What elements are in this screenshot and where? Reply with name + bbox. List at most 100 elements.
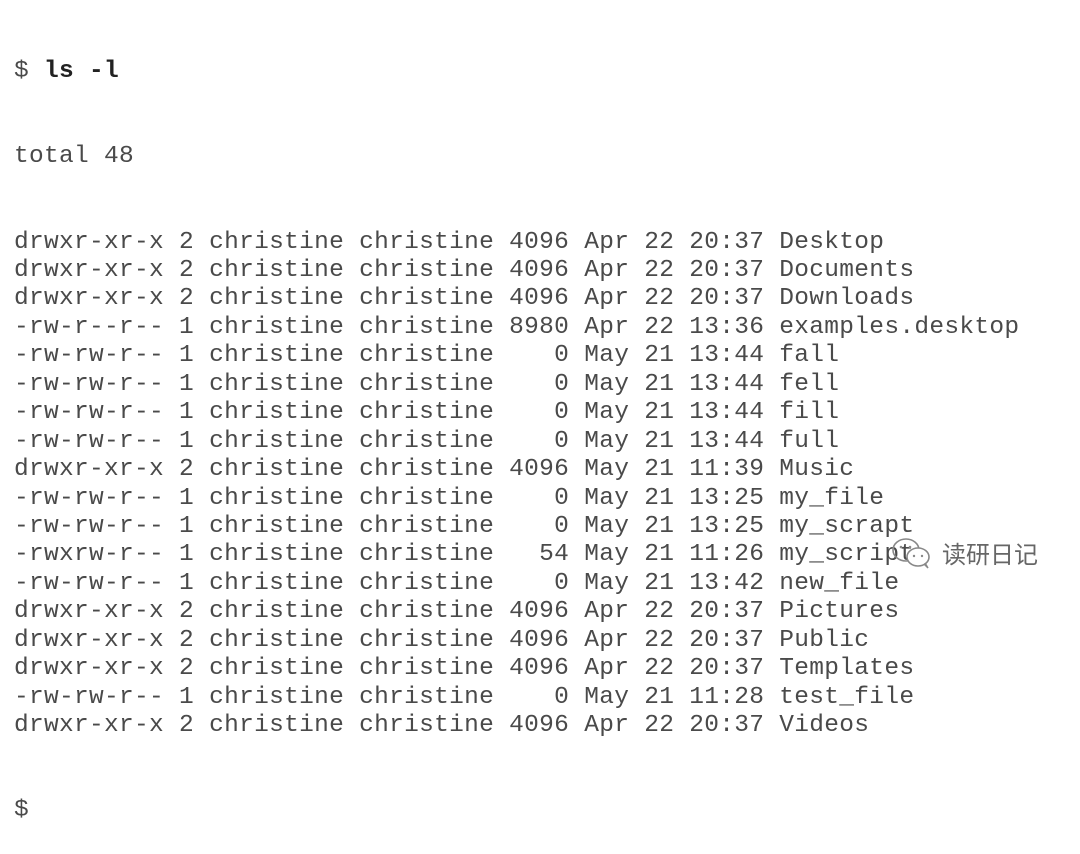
listing-row: -rw-rw-r-- 1 christine christine 0 May 2… bbox=[14, 684, 1019, 712]
file-name[interactable]: Public bbox=[779, 627, 869, 654]
time: 20:37 bbox=[689, 228, 765, 256]
group: christine bbox=[359, 569, 495, 597]
file-size: 4096 bbox=[509, 598, 570, 626]
file-name[interactable]: Documents bbox=[779, 257, 914, 284]
file-name[interactable]: Templates bbox=[779, 655, 914, 682]
file-size: 4096 bbox=[509, 285, 570, 313]
owner: christine bbox=[209, 313, 345, 341]
month: May bbox=[584, 683, 630, 711]
file-size: 8980 bbox=[509, 313, 570, 341]
month: May bbox=[584, 541, 630, 569]
link-count: 2 bbox=[179, 712, 195, 740]
file-name[interactable]: my_file bbox=[779, 485, 884, 512]
time: 11:26 bbox=[689, 541, 765, 569]
permissions: drwxr-xr-x bbox=[14, 626, 165, 654]
file-name[interactable]: fall bbox=[779, 342, 839, 369]
group: christine bbox=[359, 598, 495, 626]
file-name[interactable]: Pictures bbox=[779, 598, 899, 625]
permissions: drwxr-xr-x bbox=[14, 655, 165, 683]
listing-row: -rw-r--r-- 1 christine christine 8980 Ap… bbox=[14, 314, 1019, 342]
month: Apr bbox=[584, 257, 630, 285]
file-name[interactable]: fill bbox=[779, 399, 839, 426]
owner: christine bbox=[209, 541, 345, 569]
day: 21 bbox=[644, 427, 675, 455]
listing-row: drwxr-xr-x 2 christine christine 4096 Ap… bbox=[14, 627, 1019, 655]
time: 20:37 bbox=[689, 257, 765, 285]
permissions: -rw-rw-r-- bbox=[14, 399, 165, 427]
day: 22 bbox=[644, 626, 675, 654]
day: 21 bbox=[644, 399, 675, 427]
time: 13:25 bbox=[689, 484, 765, 512]
file-name[interactable]: Music bbox=[779, 456, 854, 483]
watermark-text: 读研日记 bbox=[942, 541, 1038, 569]
file-name[interactable]: full bbox=[779, 428, 839, 455]
owner: christine bbox=[209, 456, 345, 484]
time: 20:37 bbox=[689, 626, 765, 654]
day: 22 bbox=[644, 655, 675, 683]
file-size: 4096 bbox=[509, 626, 570, 654]
permissions: -rw-rw-r-- bbox=[14, 484, 165, 512]
file-size: 4096 bbox=[509, 228, 570, 256]
file-name[interactable]: new_file bbox=[779, 570, 899, 597]
file-size: 0 bbox=[509, 683, 570, 711]
file-name[interactable]: examples.desktop bbox=[779, 314, 1019, 341]
permissions: -rw-r--r-- bbox=[14, 313, 165, 341]
listing-row: drwxr-xr-x 2 christine christine 4096 Ap… bbox=[14, 285, 1019, 313]
time: 13:42 bbox=[689, 569, 765, 597]
permissions: -rw-rw-r-- bbox=[14, 370, 165, 398]
file-name[interactable]: Desktop bbox=[779, 229, 884, 256]
day: 22 bbox=[644, 313, 675, 341]
file-name[interactable]: test_file bbox=[779, 684, 914, 711]
time: 20:37 bbox=[689, 285, 765, 313]
time: 13:25 bbox=[689, 512, 765, 540]
listing-row: -rw-rw-r-- 1 christine christine 0 May 2… bbox=[14, 485, 1019, 513]
group: christine bbox=[359, 541, 495, 569]
file-size: 0 bbox=[509, 484, 570, 512]
permissions: -rw-rw-r-- bbox=[14, 342, 165, 370]
day: 21 bbox=[644, 342, 675, 370]
permissions: -rwxrw-r-- bbox=[14, 541, 165, 569]
link-count: 1 bbox=[179, 427, 195, 455]
file-name[interactable]: Downloads bbox=[779, 285, 914, 312]
day: 21 bbox=[644, 541, 675, 569]
final-prompt[interactable]: $ bbox=[14, 797, 1019, 825]
listing-row: -rw-rw-r-- 1 christine christine 0 May 2… bbox=[14, 513, 1019, 541]
month: Apr bbox=[584, 598, 630, 626]
listing: drwxr-xr-x 2 christine christine 4096 Ap… bbox=[14, 229, 1019, 741]
time: 13:44 bbox=[689, 427, 765, 455]
day: 21 bbox=[644, 370, 675, 398]
owner: christine bbox=[209, 484, 345, 512]
file-size: 0 bbox=[509, 399, 570, 427]
file-name[interactable]: fell bbox=[779, 371, 839, 398]
month: May bbox=[584, 569, 630, 597]
time: 13:36 bbox=[689, 313, 765, 341]
listing-row: -rw-rw-r-- 1 christine christine 0 May 2… bbox=[14, 570, 1019, 598]
group: christine bbox=[359, 427, 495, 455]
prompt: $ bbox=[14, 57, 30, 85]
owner: christine bbox=[209, 683, 345, 711]
listing-row: -rw-rw-r-- 1 christine christine 0 May 2… bbox=[14, 399, 1019, 427]
month: Apr bbox=[584, 285, 630, 313]
link-count: 1 bbox=[179, 512, 195, 540]
owner: christine bbox=[209, 655, 345, 683]
permissions: drwxr-xr-x bbox=[14, 456, 165, 484]
file-name[interactable]: Videos bbox=[779, 712, 869, 739]
day: 22 bbox=[644, 257, 675, 285]
group: christine bbox=[359, 626, 495, 654]
link-count: 1 bbox=[179, 370, 195, 398]
file-size: 0 bbox=[509, 512, 570, 540]
group: christine bbox=[359, 257, 495, 285]
link-count: 2 bbox=[179, 456, 195, 484]
permissions: drwxr-xr-x bbox=[14, 712, 165, 740]
owner: christine bbox=[209, 399, 345, 427]
owner: christine bbox=[209, 257, 345, 285]
day: 21 bbox=[644, 569, 675, 597]
day: 22 bbox=[644, 285, 675, 313]
time: 11:39 bbox=[689, 456, 765, 484]
group: christine bbox=[359, 484, 495, 512]
link-count: 1 bbox=[179, 342, 195, 370]
owner: christine bbox=[209, 228, 345, 256]
month: Apr bbox=[584, 228, 630, 256]
listing-row: drwxr-xr-x 2 christine christine 4096 Ap… bbox=[14, 712, 1019, 740]
owner: christine bbox=[209, 569, 345, 597]
